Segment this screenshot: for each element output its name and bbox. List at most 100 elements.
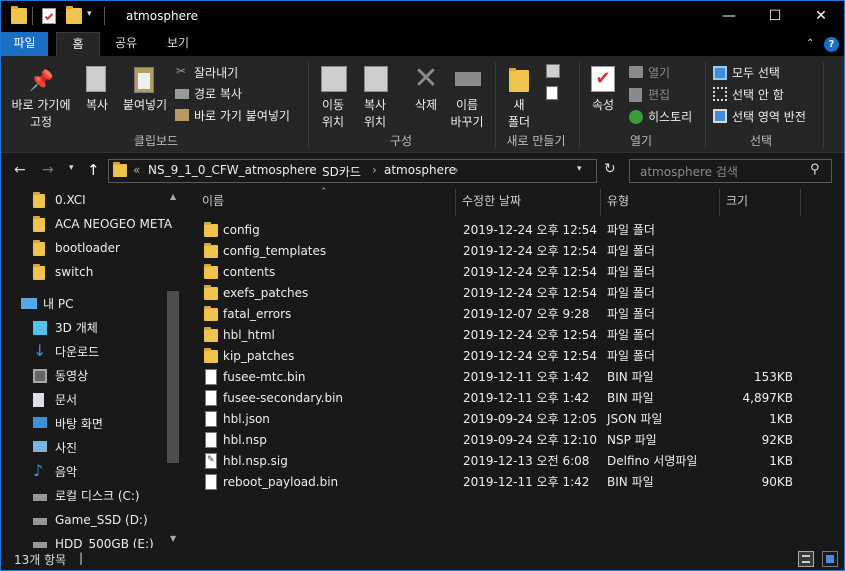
breadcrumb-item[interactable]: SD카드 (322, 163, 361, 180)
open-icon (629, 66, 643, 78)
address-bar[interactable]: « NS_9_1_0_CFW_atmosphere › SD카드 › atmos… (108, 159, 597, 183)
file-type: 파일 폴더 (607, 328, 655, 342)
file-row[interactable]: hbl.json 2019-09-24 오후 12:05 JSON 파일 1KB (196, 409, 801, 430)
file-row[interactable]: hbl.nsp 2019-09-24 오후 12:10 NSP 파일 92KB (196, 430, 801, 451)
music-icon: ♪ (33, 461, 44, 480)
file-row[interactable]: fusee-secondary.bin 2019-12-11 오후 1:42 BIN… (196, 388, 801, 409)
cut-button[interactable]: 잘라내기 (194, 64, 238, 81)
new-folder-button[interactable]: 새 폴더 (501, 97, 537, 131)
file-date: 2019-12-24 오후 12:54 (463, 244, 598, 258)
properties-quick-icon[interactable] (42, 8, 56, 24)
file-row[interactable]: reboot_payload.bin 2019-12-11 오후 1:42 BIN … (196, 472, 801, 493)
invert-selection-button[interactable]: 선택 영역 반전 (732, 108, 806, 125)
file-row[interactable]: config_templates 2019-12-24 오후 12:54 파일 폴더 (196, 241, 801, 262)
column-header-size[interactable]: 크기 (720, 189, 801, 216)
file-date: 2019-12-13 오전 6:08 (463, 454, 590, 468)
file-type: 파일 폴더 (607, 223, 655, 237)
folder-icon (113, 162, 127, 177)
copy-path-button[interactable]: 경로 복사 (194, 85, 242, 102)
scroll-down-icon[interactable]: ▼ (170, 534, 176, 543)
search-input[interactable]: atmosphere 검색 (629, 159, 832, 183)
copy-button[interactable]: 복사 (80, 97, 114, 114)
nav-item-label: 바탕 화면 (55, 417, 103, 431)
3d-objects-icon (33, 321, 47, 335)
file-row[interactable]: fatal_errors 2019-12-07 오후 9:28 파일 폴더 (196, 304, 801, 325)
file-type: JSON 파일 (607, 412, 663, 426)
collapse-ribbon-icon[interactable]: ⌃ (806, 38, 814, 49)
nav-scrollbar-thumb[interactable] (167, 291, 179, 463)
pin-to-quick-access-button[interactable]: 바로 가기에 고정 (4, 97, 78, 131)
copy-to-button[interactable]: 복사 위치 (355, 97, 395, 131)
folder-icon (204, 306, 218, 321)
breadcrumb-item[interactable]: atmosphere (384, 163, 456, 177)
folder-icon (204, 264, 218, 279)
easy-access-icon[interactable] (546, 86, 558, 100)
paste-shortcut-button[interactable]: 바로 가기 붙여넣기 (194, 107, 290, 124)
customize-quick-access-icon[interactable]: ▾ (87, 9, 97, 25)
chevron-right-icon[interactable]: › (454, 163, 459, 177)
tab-home[interactable]: 홈 (56, 32, 100, 56)
history-button[interactable]: 히스토리 (648, 108, 692, 125)
edit-button[interactable]: 편집 (648, 86, 670, 103)
minimize-button[interactable]: — (706, 1, 752, 32)
properties-button[interactable]: 속성 (585, 97, 621, 114)
help-icon[interactable]: ? (824, 37, 839, 52)
up-arrow-icon[interactable]: ↑ (87, 161, 100, 179)
column-header-type[interactable]: 유형 (601, 189, 720, 216)
address-dropdown-icon[interactable]: ▾ (577, 164, 582, 174)
back-arrow-icon[interactable]: ← (14, 162, 26, 178)
nav-item-label: 로컬 디스크 (C:) (55, 489, 140, 503)
file-row[interactable]: config 2019-12-24 오후 12:54 파일 폴더 (196, 220, 801, 241)
refresh-icon[interactable]: ↻ (604, 161, 616, 177)
nav-item-label: Game_SSD (D:) (55, 513, 148, 527)
folder-icon (11, 6, 27, 24)
paste-button[interactable]: 붙여넣기 (119, 97, 171, 114)
move-to-button[interactable]: 이동 위치 (313, 97, 353, 131)
file-date: 2019-12-24 오후 12:54 (463, 328, 598, 342)
file-row[interactable]: fusee-mtc.bin 2019-12-11 오후 1:42 BIN 파일 153… (196, 367, 801, 388)
select-all-button[interactable]: 모두 선택 (732, 64, 780, 81)
file-name: fatal_errors (223, 307, 292, 321)
tab-view[interactable]: 보기 (156, 32, 200, 56)
divider (32, 7, 33, 25)
file-size: 92KB (761, 433, 793, 447)
select-none-button[interactable]: 선택 안 함 (732, 86, 784, 103)
new-item-icon[interactable] (546, 64, 560, 78)
column-header-name[interactable]: 이름 (196, 189, 456, 216)
file-row[interactable]: exefs_patches 2019-12-24 오후 12:54 파일 폴더 (196, 283, 801, 304)
copy-to-icon (364, 66, 388, 92)
open-button[interactable]: 열기 (648, 64, 670, 81)
nav-item-label: switch (55, 265, 94, 279)
drive-icon (33, 518, 47, 525)
file-row[interactable]: ✎ hbl.nsp.sig 2019-12-13 오전 6:08 Delfino 서명… (196, 451, 801, 472)
tab-share[interactable]: 공유 (106, 32, 146, 56)
file-name: reboot_payload.bin (223, 475, 339, 489)
new-folder-quick-icon[interactable] (66, 6, 82, 24)
close-button[interactable]: ✕ (798, 1, 844, 32)
search-icon[interactable]: ⚲ (810, 162, 820, 177)
organize-group-label: 구성 (389, 134, 413, 148)
tab-file[interactable]: 파일 (1, 32, 48, 56)
ribbon: 📌 바로 가기에 고정 복사 붙여넣기 ✂ 잘라내기 경로 복사 바로 가기 붙… (1, 56, 844, 153)
maximize-button[interactable]: ☐ (752, 1, 798, 32)
file-size: 1KB (769, 412, 793, 426)
column-header-modified[interactable]: 수정한 날짜 (456, 189, 601, 216)
breadcrumb-overflow[interactable]: « (133, 163, 140, 177)
breadcrumb-item[interactable]: NS_9_1_0_CFW_atmosphere (148, 163, 317, 177)
file-row[interactable]: kip_patches 2019-12-24 오후 12:54 파일 폴더 (196, 346, 801, 367)
file-size: 90KB (761, 475, 793, 489)
recent-locations-icon[interactable]: ▾ (69, 163, 74, 173)
file-row[interactable]: hbl_html 2019-12-24 오후 12:54 파일 폴더 (196, 325, 801, 346)
chevron-right-icon[interactable]: › (309, 163, 314, 177)
chevron-right-icon[interactable]: › (372, 163, 377, 177)
file-row[interactable]: contents 2019-12-24 오후 12:54 파일 폴더 (196, 262, 801, 283)
folder-icon (33, 264, 45, 280)
large-icons-view-icon[interactable] (822, 551, 838, 567)
delete-button[interactable]: 삭제 (406, 97, 446, 114)
forward-arrow-icon[interactable]: → (42, 162, 54, 178)
scroll-up-icon[interactable]: ▲ (170, 192, 176, 201)
rename-button[interactable]: 이름 바꾸기 (447, 97, 487, 131)
details-view-icon[interactable] (798, 551, 814, 567)
folder-icon (33, 216, 45, 232)
file-type: Delfino 서명파일 (607, 454, 698, 468)
